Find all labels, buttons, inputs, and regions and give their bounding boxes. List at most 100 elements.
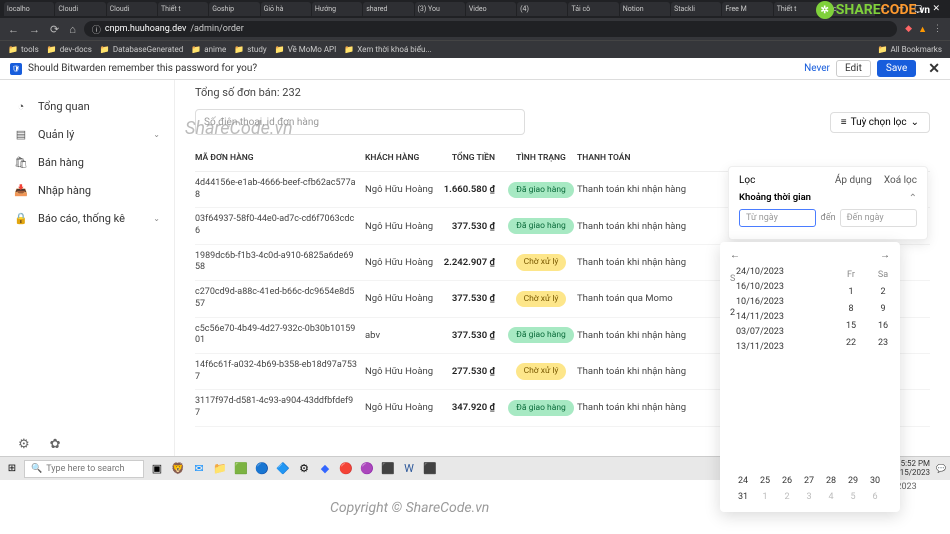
bookmark-item[interactable]: 📁Về MoMo API [275, 45, 337, 54]
browser-tab[interactable]: shared [363, 2, 413, 16]
calendar-day[interactable]: 27 [798, 476, 820, 486]
calendar-day[interactable]: 26 [776, 476, 798, 486]
bookmark-item[interactable]: 📁study [234, 45, 266, 54]
browser-tab[interactable]: (4) [517, 2, 567, 16]
browser-tab[interactable]: Cloudi [107, 2, 157, 16]
notification-icon[interactable]: 💬 [936, 464, 946, 473]
calendar-day[interactable]: 6 [864, 492, 886, 502]
calendar-day[interactable]: 16 [872, 321, 894, 331]
browser-tab[interactable]: Cloudi [55, 2, 105, 16]
order-id: 3117f97d-d581-4c93-a904-43ddfbfdef97 [195, 396, 365, 419]
taskbar-apps[interactable]: ▣ 🦁 ✉ 📁 🟩 🔵 🔷 ⚙ ◆ 🔴 🟣 ⬛ W ⬛ [148, 460, 439, 478]
calendar-day[interactable]: 30 [864, 476, 886, 486]
calendar-day[interactable]: 28 [820, 476, 842, 486]
browser-tab[interactable]: Video [466, 2, 516, 16]
browser-tab[interactable]: Thiết t [158, 2, 208, 16]
calendar-day[interactable]: 1 [840, 287, 862, 297]
next-month-icon[interactable]: → [880, 250, 890, 261]
ext-icon[interactable]: ⋮ [933, 24, 942, 35]
calendar-day[interactable]: 3 [798, 492, 820, 502]
app-icon[interactable]: 🟣 [358, 460, 376, 478]
sliders-icon[interactable]: ⚙ [18, 437, 30, 452]
app-icon[interactable]: ⚙ [295, 460, 313, 478]
bookmark-item[interactable]: 📁tools [8, 45, 39, 54]
order-status: Chờ xử lý [505, 363, 577, 379]
app-icon[interactable]: ⬛ [421, 460, 439, 478]
bookmark-item[interactable]: 📁DatabaseGenerated [100, 45, 183, 54]
calendar-day[interactable]: 31 [732, 492, 754, 502]
calendar-day[interactable]: 8 [840, 304, 862, 314]
sidebar-item[interactable]: ▤Quản lý⌄ [0, 120, 174, 148]
calendar-day[interactable]: 24 [732, 476, 754, 486]
filter-button[interactable]: ≡ Tuỳ chọn lọc ⌄ [830, 112, 930, 133]
calendar-day[interactable]: 2 [730, 308, 735, 318]
app-icon[interactable]: 🔴 [337, 460, 355, 478]
chevron-up-icon[interactable]: ⌃ [909, 193, 917, 204]
browser-tab[interactable]: localhо [4, 2, 54, 16]
close-icon[interactable]: ✕ [928, 61, 940, 77]
app-icon[interactable]: ◆ [316, 460, 334, 478]
extension-icons[interactable]: ◆ ▲ ⋮ [905, 24, 942, 35]
calendar-day[interactable]: 23 [872, 338, 894, 348]
browser-tab[interactable]: Goship [209, 2, 259, 16]
browser-tab[interactable]: Free M [722, 2, 772, 16]
sidebar-item[interactable]: ◔Tổng quan [0, 92, 174, 120]
browser-tab[interactable]: Stackli [671, 2, 721, 16]
browser-tab[interactable]: Notion [620, 2, 670, 16]
back-icon[interactable]: ← [8, 23, 19, 36]
search-input[interactable]: ShareCode.vn Số điện thoại, id đơn hàng [195, 109, 525, 135]
home-icon[interactable]: ⌂ [69, 23, 76, 36]
save-button[interactable]: Save [877, 60, 916, 77]
close-icon[interactable]: ✕ [933, 4, 941, 14]
clear-link[interactable]: Xoá lọc [884, 175, 917, 186]
app-icon[interactable]: 🟩 [232, 460, 250, 478]
calendar-day[interactable]: 4 [820, 492, 842, 502]
prev-month-icon[interactable]: ← [730, 250, 740, 261]
bookmark-item[interactable]: 📁All Bookmarks [878, 45, 943, 54]
to-date-input[interactable]: Đến ngày [840, 209, 917, 227]
start-button[interactable]: ⊞ [4, 461, 20, 477]
app-icon[interactable]: ⬛ [379, 460, 397, 478]
taskbar-search[interactable]: 🔍 Type here to search [24, 460, 144, 478]
calendar-day[interactable]: 25 [754, 476, 776, 486]
browser-tab[interactable]: (3) You [415, 2, 465, 16]
app-icon[interactable]: ✉ [190, 460, 208, 478]
gear-icon: ✲ [816, 1, 834, 19]
calendar-day[interactable]: 2 [776, 492, 798, 502]
never-link[interactable]: Never [804, 63, 830, 74]
calendar-day[interactable]: 22 [840, 338, 862, 348]
app-icon[interactable]: 🦁 [169, 460, 187, 478]
forward-icon[interactable]: → [29, 23, 40, 36]
settings-icon[interactable]: ✿ [50, 437, 61, 452]
bookmark-item[interactable]: 📁dev-docs [47, 45, 92, 54]
app-icon[interactable]: W [400, 460, 418, 478]
browser-tab[interactable]: Tải cô [568, 2, 618, 16]
order-total: 347.920 ₫ [440, 402, 505, 413]
sidebar-item[interactable]: 📥Nhập hàng [0, 176, 174, 204]
calendar-day[interactable]: 1 [754, 492, 776, 502]
url-input[interactable]: ⓘ cnpm.huuhoang.dev/admin/order [84, 21, 897, 37]
from-date-input[interactable]: Từ ngày [739, 209, 816, 227]
app-icon[interactable]: 🔵 [253, 460, 271, 478]
calendar-day[interactable]: 15 [840, 321, 862, 331]
browser-tab[interactable]: Giỏ hà [261, 2, 311, 16]
app-icon[interactable]: ▣ [148, 460, 166, 478]
edit-button[interactable]: Edit [836, 60, 871, 77]
ext-icon[interactable]: ▲ [918, 24, 927, 35]
customer-name: Ngô Hữu Hoàng [365, 366, 440, 377]
calendar-day[interactable]: 9 [872, 304, 894, 314]
sidebar-item[interactable]: 🛍Bán hàng [0, 148, 174, 176]
bookmark-item[interactable]: 📁Xem thời khoá biểu... [344, 45, 431, 54]
sidebar-item[interactable]: 🔒Báo cáo, thống kê⌄ [0, 204, 174, 232]
browser-tab[interactable]: Hướng [312, 2, 362, 16]
bookmark-item[interactable]: 📁anime [191, 45, 226, 54]
info-icon: ⓘ [92, 23, 101, 36]
app-icon[interactable]: 🔷 [274, 460, 292, 478]
calendar-day[interactable]: 29 [842, 476, 864, 486]
ext-icon[interactable]: ◆ [905, 24, 912, 35]
calendar-day[interactable]: 2 [872, 287, 894, 297]
calendar-day[interactable]: 5 [842, 492, 864, 502]
reload-icon[interactable]: ⟳ [50, 23, 59, 36]
apply-link[interactable]: Áp dụng [835, 175, 872, 186]
app-icon[interactable]: 📁 [211, 460, 229, 478]
